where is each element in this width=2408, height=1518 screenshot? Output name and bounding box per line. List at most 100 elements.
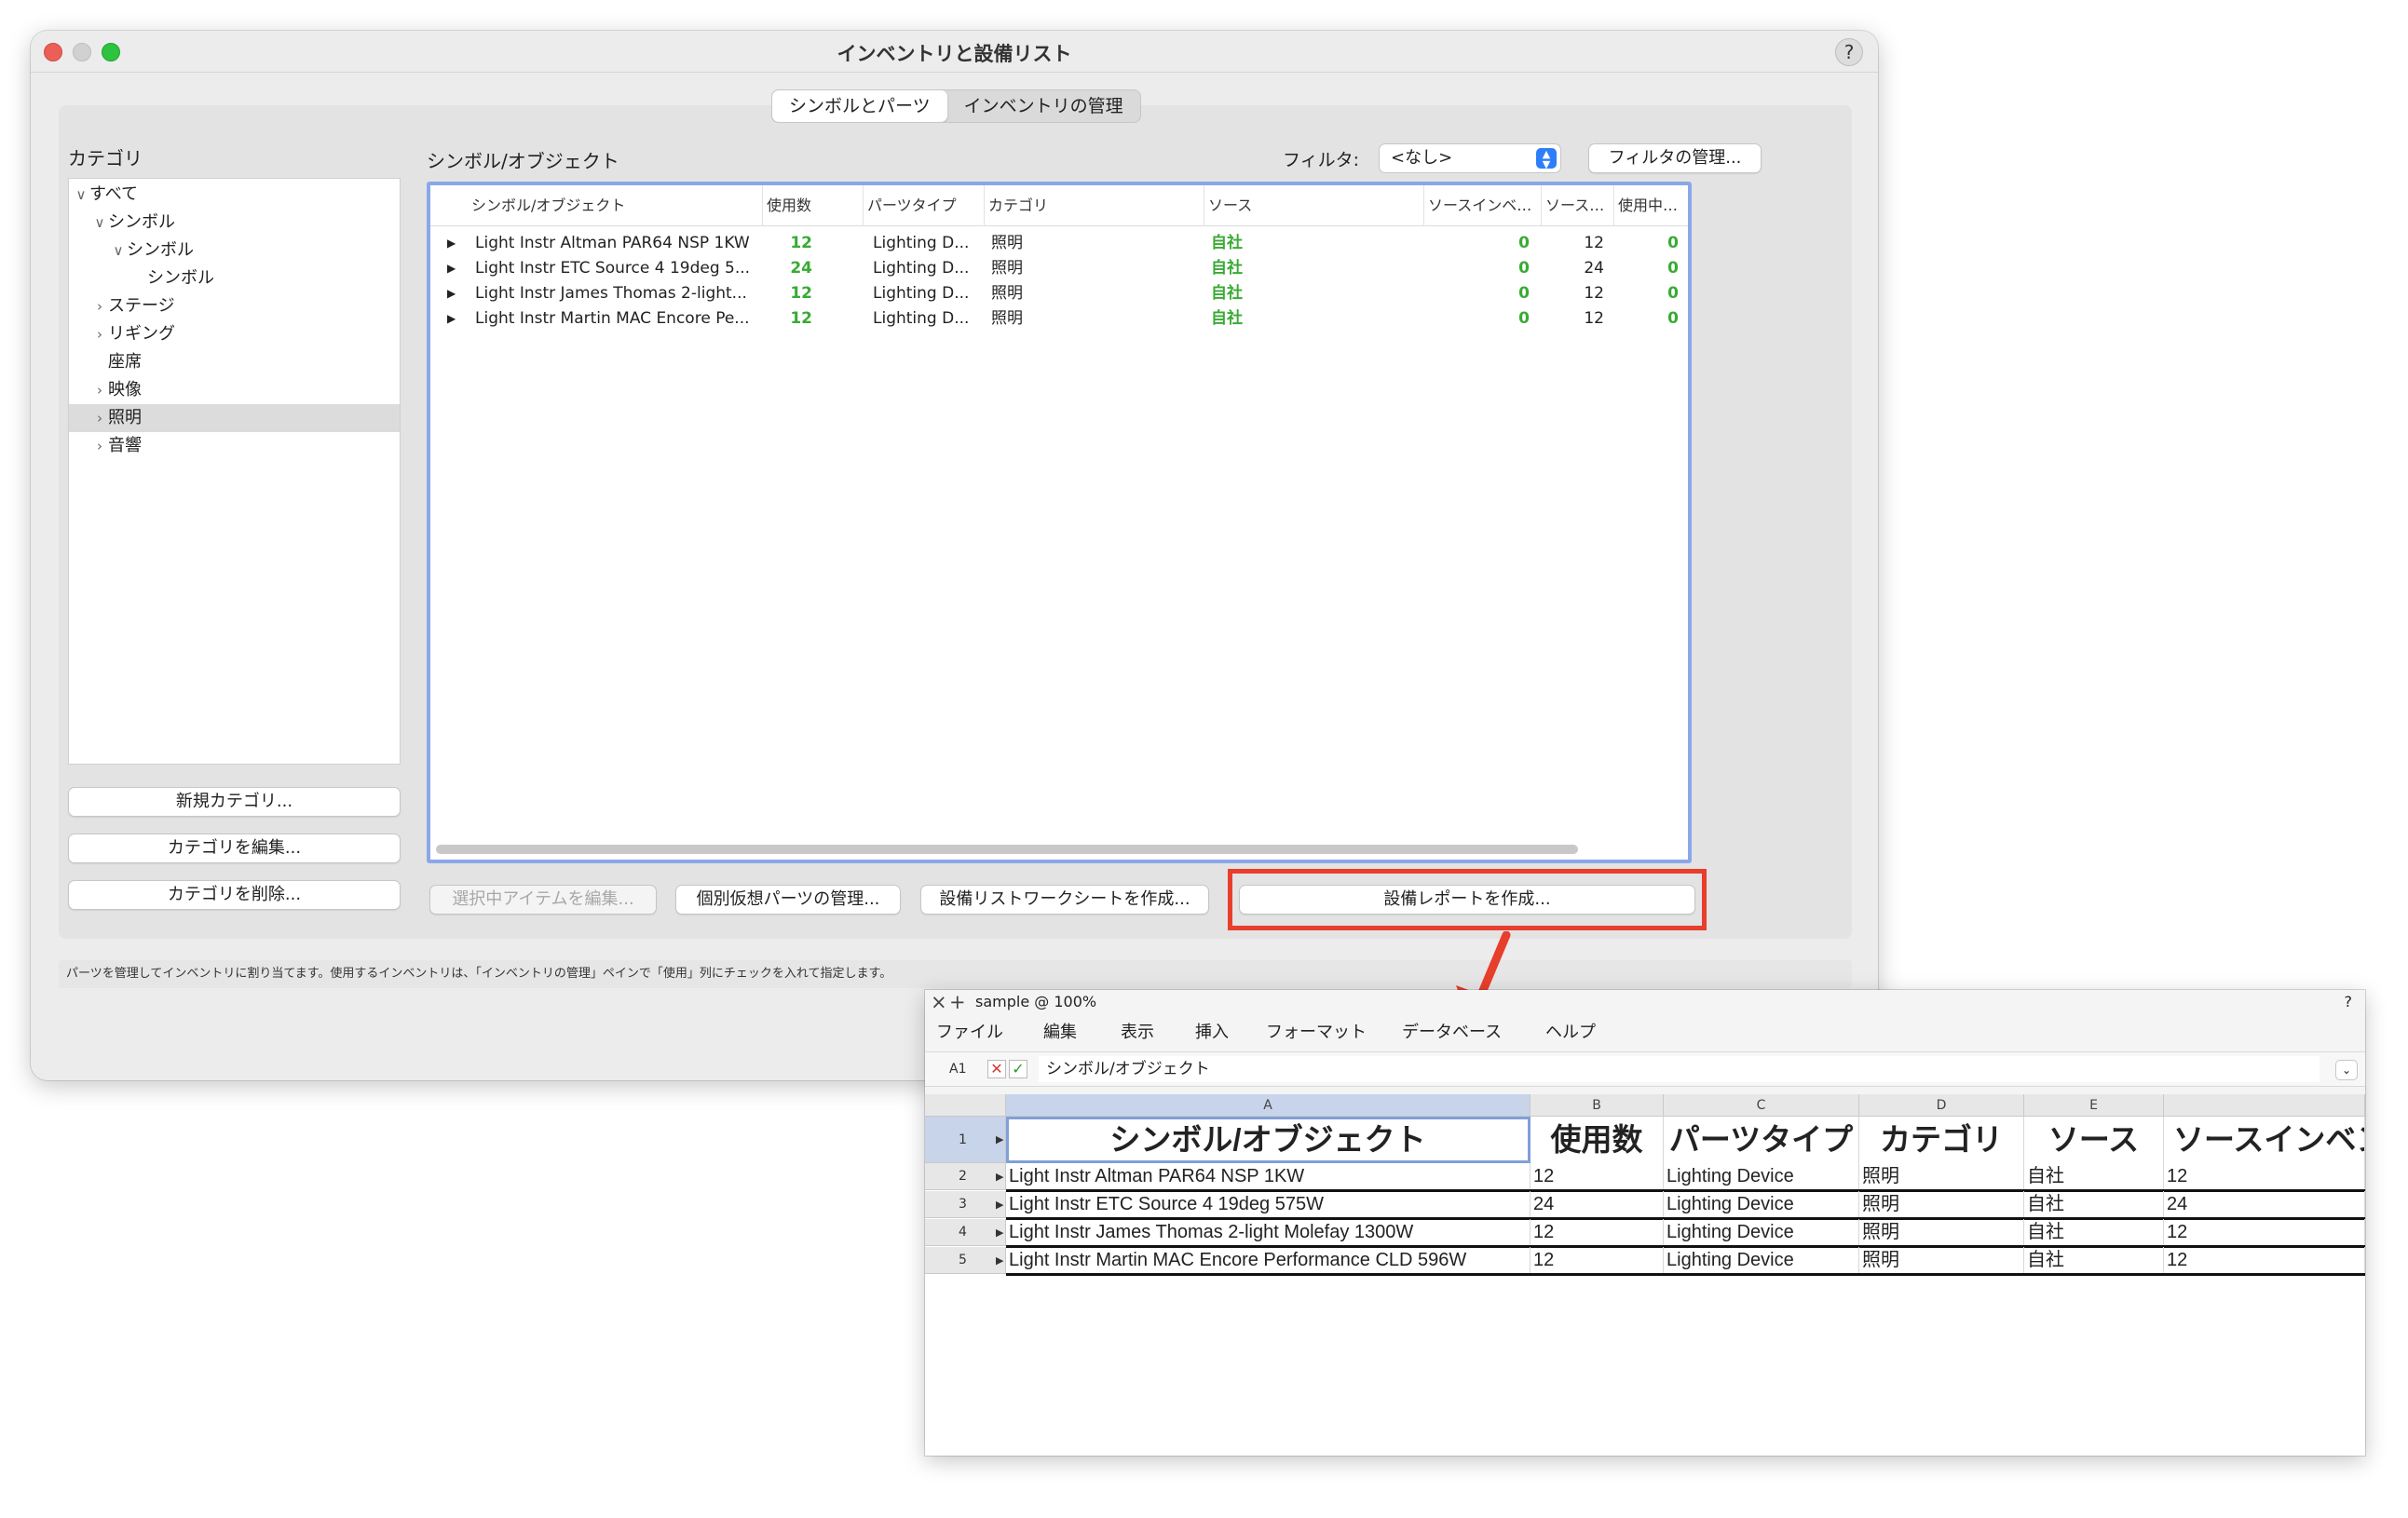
table-cell[interactable]: Light Instr Altman PAR64 NSP 1KW [1006,1163,1531,1190]
table-cell[interactable]: Lighting Device [1664,1247,1859,1274]
menu-insert[interactable]: 挿入 [1195,1018,1229,1048]
list-row[interactable]: ▶ Light Instr Martin MAC Encore Pe... 12… [430,306,1688,332]
row-header[interactable]: 1 ▶ [925,1117,1006,1163]
col-header-source-qty[interactable]: ソース… [1541,185,1613,226]
chevron-down-icon[interactable]: ⌄ [2335,1060,2358,1080]
disclosure-triangle-icon[interactable]: ▶ [447,281,456,306]
filter-select[interactable]: <なし> ▲ ▼ [1379,143,1561,173]
manage-virtual-parts-button[interactable]: 個別仮想パーツの管理... [675,885,901,915]
header-cell[interactable]: ソースインベン [2164,1117,2365,1163]
table-cell[interactable]: 12 [1531,1219,1664,1246]
row-expand-icon[interactable]: ▶ [996,1117,1003,1163]
menu-edit[interactable]: 編集 [1043,1018,1077,1048]
list-row[interactable]: ▶ Light Instr Altman PAR64 NSP 1KW 12 Li… [430,231,1688,256]
formula-input[interactable]: シンボル/オブジェクト [1039,1056,2320,1082]
col-header-d[interactable]: D [1859,1094,2024,1117]
table-cell[interactable]: 照明 [1859,1247,2024,1274]
confirm-edit-icon[interactable]: ✓ [1009,1060,1027,1078]
objects-list[interactable]: シンボル/オブジェクト 使用数 パーツタイプ カテゴリ ソース ソースインベ… … [427,182,1692,863]
row-expand-icon[interactable]: ▶ [996,1163,1003,1190]
disclosure-triangle-icon[interactable]: ▶ [447,306,456,332]
col-header-parttype[interactable]: パーツタイプ [863,185,984,226]
tab-inventory-manage[interactable]: インベントリの管理 [947,90,1140,122]
disclosure-triangle-icon[interactable]: ▶ [447,231,456,256]
tree-item-sound[interactable]: › 音響 [69,432,400,460]
menu-file[interactable]: ファイル [936,1018,1003,1048]
col-header-in-use[interactable]: 使用中… [1613,185,1688,226]
table-cell[interactable]: 12 [1531,1163,1664,1190]
col-header-count[interactable]: 使用数 [762,185,863,226]
manage-filters-button[interactable]: フィルタの管理... [1588,143,1762,173]
tree-item-symbols-leaf[interactable]: シンボル [69,264,400,292]
menu-help[interactable]: ヘルプ [1545,1018,1596,1048]
col-header-source[interactable]: ソース [1204,185,1423,226]
row-header[interactable]: 4 ▶ [925,1219,1006,1246]
chevron-down-icon[interactable]: ∨ [91,209,108,237]
col-header-e[interactable]: E [2024,1094,2164,1117]
corner-header[interactable] [925,1094,1006,1117]
help-icon[interactable]: ? [1835,38,1863,66]
table-cell[interactable]: Light Instr Martin MAC Encore Performanc… [1006,1247,1531,1274]
row-expand-icon[interactable]: ▶ [996,1247,1003,1274]
menu-database[interactable]: データベース [1402,1018,1502,1048]
add-icon[interactable]: + [949,990,966,1014]
header-cell[interactable]: ソース [2024,1117,2164,1163]
list-row[interactable]: ▶ Light Instr James Thomas 2-light... 12… [430,281,1688,306]
new-category-button[interactable]: 新規カテゴリ... [68,787,401,817]
table-cell[interactable]: Light Instr ETC Source 4 19deg 575W [1006,1191,1531,1218]
header-cell[interactable]: パーツタイプ [1664,1117,1859,1163]
table-cell[interactable]: 12 [1531,1247,1664,1274]
header-cell[interactable]: 使用数 [1531,1117,1664,1163]
tree-item-symbols-sub[interactable]: ∨ シンボル [69,237,400,264]
row-header[interactable]: 5 ▶ [925,1247,1006,1274]
help-icon[interactable]: ? [2345,990,2353,1014]
tree-item-all[interactable]: ∨ すべて [69,181,400,209]
col-header-name[interactable]: シンボル/オブジェクト [468,185,762,226]
table-cell[interactable]: 12 [2164,1219,2365,1246]
col-header-source-inv[interactable]: ソースインベ… [1423,185,1541,226]
table-cell[interactable]: 24 [2164,1191,2365,1218]
chevron-down-icon[interactable]: ∨ [73,181,89,209]
edit-selected-button[interactable]: 選択中アイテムを編集... [429,885,657,915]
tree-item-video[interactable]: › 映像 [69,376,400,404]
row-expand-icon[interactable]: ▶ [996,1219,1003,1246]
header-cell[interactable]: シンボル/オブジェクト [1006,1117,1531,1163]
table-cell[interactable]: 自社 [2024,1219,2164,1246]
tree-item-stage[interactable]: › ステージ [69,292,400,320]
col-header-a[interactable]: A [1006,1094,1531,1117]
header-cell[interactable]: カテゴリ [1859,1117,2024,1163]
tab-symbols-parts[interactable]: シンボルとパーツ [772,90,947,122]
table-cell[interactable]: 自社 [2024,1247,2164,1274]
menu-view[interactable]: 表示 [1121,1018,1154,1048]
table-cell[interactable]: 24 [1531,1191,1664,1218]
chevron-right-icon[interactable]: › [91,404,108,432]
disclosure-triangle-icon[interactable]: ▶ [447,256,456,281]
chevron-right-icon[interactable]: › [91,292,108,320]
table-cell[interactable]: Lighting Device [1664,1191,1859,1218]
list-row[interactable]: ▶ Light Instr ETC Source 4 19deg 5... 24… [430,256,1688,281]
tree-item-seating[interactable]: 座席 [69,348,400,376]
tree-item-symbols[interactable]: ∨ シンボル [69,209,400,237]
chevron-right-icon[interactable]: › [91,320,108,348]
edit-category-button[interactable]: カテゴリを編集... [68,834,401,863]
tree-item-lighting[interactable]: › 照明 [69,404,400,432]
chevron-right-icon[interactable]: › [91,432,108,460]
table-cell[interactable]: 12 [2164,1163,2365,1190]
cancel-edit-icon[interactable]: ✕ [987,1060,1006,1078]
table-cell[interactable]: Light Instr James Thomas 2-light Molefay… [1006,1219,1531,1246]
close-icon[interactable]: × [931,990,947,1014]
table-cell[interactable]: 照明 [1859,1191,2024,1218]
chevron-down-icon[interactable]: ∨ [110,237,127,264]
table-cell[interactable]: Lighting Device [1664,1163,1859,1190]
table-cell[interactable]: 12 [2164,1247,2365,1274]
row-expand-icon[interactable]: ▶ [996,1191,1003,1218]
menu-format[interactable]: フォーマット [1266,1018,1367,1048]
table-cell[interactable]: 照明 [1859,1219,2024,1246]
create-worksheet-button[interactable]: 設備リストワークシートを作成... [920,885,1209,915]
row-header[interactable]: 2 ▶ [925,1163,1006,1190]
table-cell[interactable]: 自社 [2024,1163,2164,1190]
row-header[interactable]: 3 ▶ [925,1191,1006,1218]
col-header-category[interactable]: カテゴリ [984,185,1204,226]
table-cell[interactable]: 自社 [2024,1191,2164,1218]
table-cell[interactable]: 照明 [1859,1163,2024,1190]
